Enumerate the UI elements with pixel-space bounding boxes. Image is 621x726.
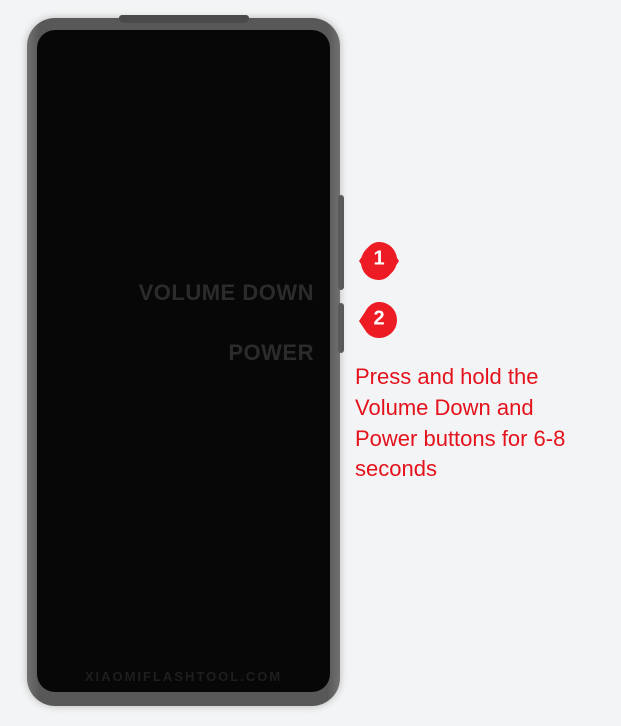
phone-body: VOLUME DOWN POWER XIAOMIFLASHTOOL.COM bbox=[27, 18, 340, 706]
instruction-text: Press and hold the Volume Down and Power… bbox=[355, 362, 585, 485]
callout-marker-1: 1 bbox=[357, 239, 401, 283]
watermark: XIAOMIFLASHTOOL.COM bbox=[85, 669, 282, 684]
callout-number-1: 1 bbox=[373, 248, 384, 271]
volume-down-label: VOLUME DOWN bbox=[139, 280, 314, 306]
power-label: POWER bbox=[228, 340, 314, 366]
callout-marker-2: 2 bbox=[357, 299, 401, 343]
phone-notch bbox=[119, 15, 249, 23]
callout-number-2: 2 bbox=[373, 308, 384, 331]
phone-screen: VOLUME DOWN POWER XIAOMIFLASHTOOL.COM bbox=[37, 30, 330, 692]
power-button-side bbox=[338, 303, 344, 353]
volume-button-side bbox=[338, 195, 344, 290]
